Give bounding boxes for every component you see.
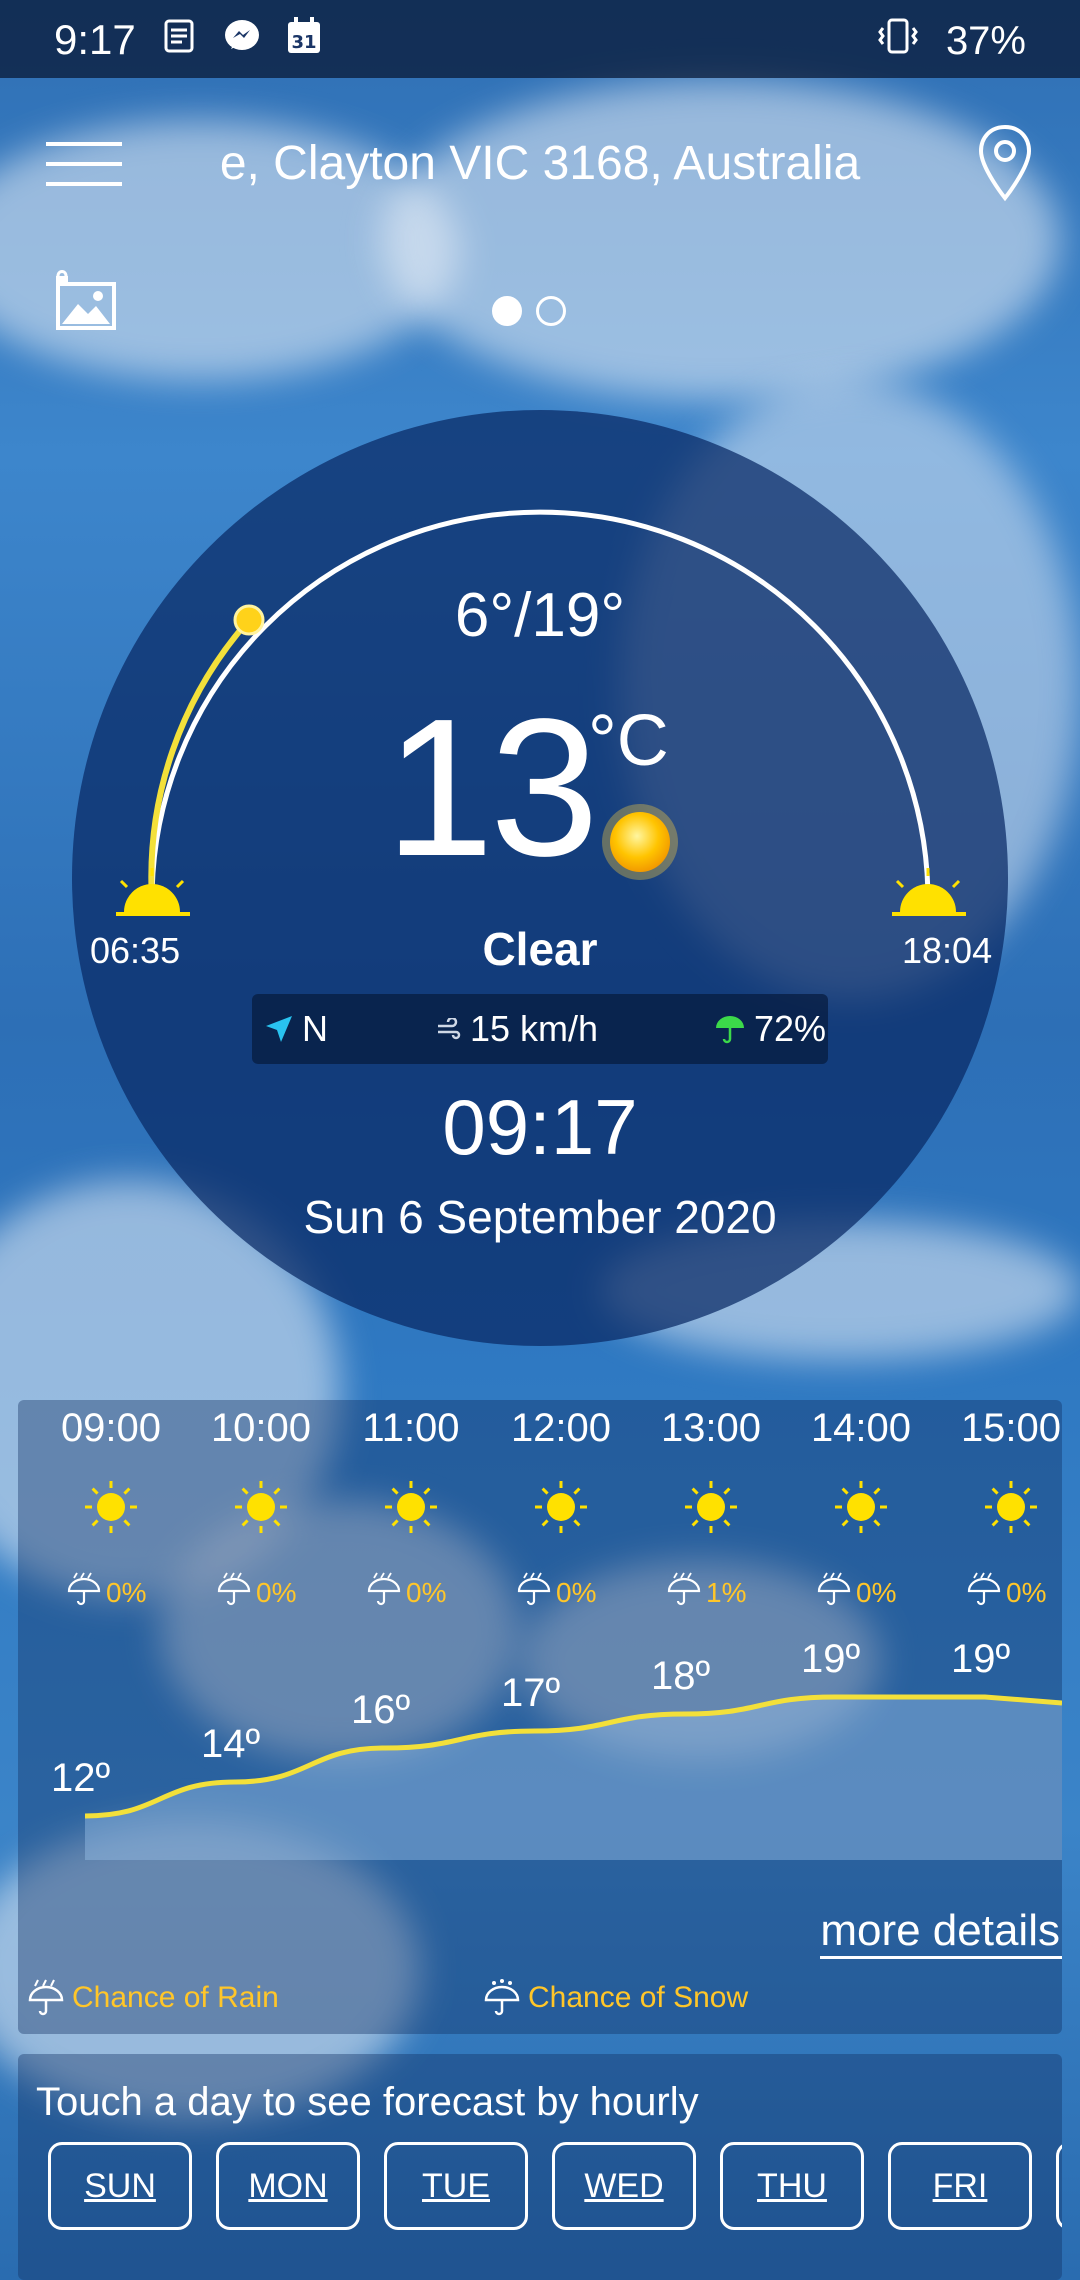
- umbrella-icon: [716, 1016, 744, 1044]
- chance-of-snow-label: Chance of Snow: [528, 1981, 749, 2014]
- hour-temperature: 17º: [501, 1671, 561, 1715]
- wind-humidity-bar: N 15 km/h 72%: [252, 994, 828, 1064]
- wind-icon: [438, 1018, 461, 1040]
- sunset-icon: [892, 868, 966, 916]
- sun-icon: [82, 1478, 140, 1536]
- day-button-sun[interactable]: SUN: [48, 2142, 192, 2230]
- sun-icon: [982, 1478, 1040, 1536]
- hour-time: 14:00: [810, 1406, 912, 1450]
- rain-umbrella-icon: [816, 1572, 852, 1613]
- day-button-wed[interactable]: WED: [552, 2142, 696, 2230]
- temperature-unit[interactable]: °C: [588, 700, 669, 782]
- sun-icon: [598, 800, 682, 884]
- rain-chance-value: 0%: [556, 1576, 597, 1608]
- hourly-forecast-panel[interactable]: 09:00 0% 10:00 0% 11:00 0% 12:00 0% 13:00 1% 14:00…: [18, 1400, 1062, 2034]
- hour-temperature: 18º: [651, 1654, 711, 1698]
- daily-hint: Touch a day to see forecast by hourly: [36, 2080, 699, 2124]
- day-button-tue[interactable]: TUE: [384, 2142, 528, 2230]
- rain-umbrella-icon: [516, 1572, 552, 1613]
- hour-time: 09:00: [60, 1406, 162, 1450]
- sun-icon: [832, 1478, 890, 1536]
- sun-icon: [532, 1478, 590, 1536]
- rain-chance-value: 1%: [706, 1576, 747, 1608]
- rain-umbrella-icon: [666, 1572, 702, 1613]
- day-button-fri[interactable]: FRI: [888, 2142, 1032, 2230]
- sunrise-icon: [116, 868, 190, 916]
- rain-chance: 0%: [216, 1572, 296, 1613]
- rain-chance-value: 0%: [856, 1576, 897, 1608]
- daily-forecast-panel: Touch a day to see forecast by hourly SU…: [18, 2054, 1062, 2280]
- hour-time: 12:00: [510, 1406, 612, 1450]
- rain-chance: 0%: [966, 1572, 1046, 1613]
- rain-chance-value: 0%: [406, 1576, 447, 1608]
- humidity: 72%: [754, 1008, 827, 1049]
- sun-icon: [382, 1478, 440, 1536]
- sun-icon: [682, 1478, 740, 1536]
- rain-chance: 0%: [366, 1572, 446, 1613]
- rain-chance: 0%: [516, 1572, 596, 1613]
- hour-time: 10:00: [210, 1406, 312, 1450]
- hour-time: 15:00: [960, 1406, 1062, 1450]
- wind-direction-icon: [266, 1016, 292, 1042]
- rain-umbrella-icon: [966, 1572, 1002, 1613]
- rain-umbrella-icon: [216, 1572, 252, 1613]
- rain-chance-value: 0%: [256, 1576, 297, 1608]
- weather-condition: Clear: [482, 923, 598, 975]
- current-time: 09:17: [442, 1083, 638, 1171]
- chance-of-snow-legend: Chance of Snow: [482, 1978, 748, 2018]
- rain-umbrella-icon: [66, 1572, 102, 1613]
- wind-direction: N: [302, 1008, 328, 1049]
- chance-of-rain-legend: Chance of Rain: [26, 1978, 279, 2018]
- current-date: Sun 6 September 2020: [303, 1191, 777, 1243]
- day-button-thu[interactable]: THU: [720, 2142, 864, 2230]
- day-button-mon[interactable]: MON: [216, 2142, 360, 2230]
- hour-temperature: 12º: [51, 1756, 111, 1800]
- rain-chance: 1%: [666, 1572, 746, 1613]
- hour-temperature: 14º: [201, 1722, 261, 1766]
- sun-icon: [232, 1478, 290, 1536]
- more-details-link[interactable]: more details: [820, 1906, 1062, 1959]
- rain-chance: 0%: [816, 1572, 896, 1613]
- day-button-next[interactable]: [1056, 2142, 1062, 2230]
- hour-temperature: 19º: [951, 1637, 1011, 1681]
- hour-time: 13:00: [660, 1406, 762, 1450]
- wind-speed: 15 km/h: [470, 1008, 599, 1049]
- chance-of-rain-label: Chance of Rain: [72, 1981, 279, 2014]
- rain-chance-value: 0%: [106, 1576, 147, 1608]
- temp-range: 6°/19°: [454, 581, 626, 650]
- rain-chance: 0%: [66, 1572, 146, 1613]
- current-temperature: 13: [385, 678, 599, 897]
- rain-chance-value: 0%: [1006, 1576, 1047, 1608]
- hour-temperature: 19º: [801, 1637, 861, 1681]
- rain-umbrella-icon: [366, 1572, 402, 1613]
- snow-umbrella-icon: [484, 1979, 520, 2016]
- hour-temperature: 16º: [351, 1688, 411, 1732]
- rain-umbrella-icon: [28, 1979, 64, 2016]
- hour-time: 11:00: [362, 1406, 460, 1450]
